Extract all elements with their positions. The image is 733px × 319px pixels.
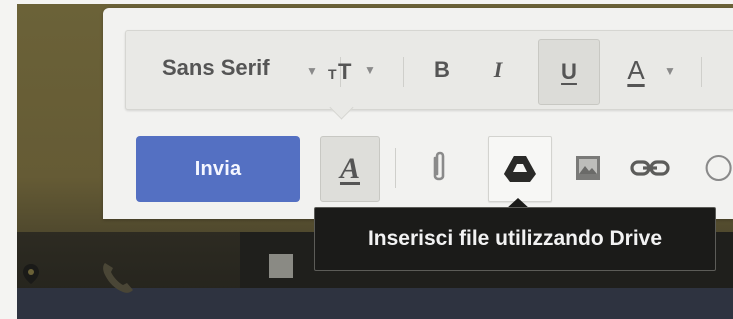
insert-photo-icon <box>576 156 600 180</box>
formatting-bar: Sans Serif ▼ T T ▼ B I U A ▼ <box>125 30 733 110</box>
emoji-icon <box>705 154 732 182</box>
text-color-dropdown-icon[interactable]: ▼ <box>664 64 676 78</box>
bold-button[interactable]: B <box>424 47 460 93</box>
background-square <box>269 254 293 278</box>
compose-panel: Sans Serif ▼ T T ▼ B I U A ▼ Invia A <box>103 8 733 219</box>
underline-button[interactable]: U <box>538 39 600 105</box>
send-button[interactable]: Invia <box>136 136 300 202</box>
formatting-options-button[interactable]: A <box>320 136 380 202</box>
font-size-button[interactable]: T T ▼ <box>324 47 380 93</box>
font-family-select[interactable]: Sans Serif <box>162 55 270 81</box>
italic-button[interactable]: I <box>480 47 516 93</box>
drive-tooltip: Inserisci file utilizzando Drive <box>314 207 716 271</box>
font-family-dropdown-icon[interactable]: ▼ <box>306 64 318 78</box>
insert-from-drive-button[interactable] <box>488 136 552 202</box>
phone-icon <box>103 263 133 293</box>
insert-emoji-button[interactable] <box>701 136 733 200</box>
svg-text:T: T <box>328 66 337 82</box>
paperclip-icon <box>433 151 445 181</box>
insert-photo-button[interactable] <box>565 136 611 200</box>
text-color-button[interactable]: A <box>616 47 656 93</box>
location-pin-icon <box>23 264 39 284</box>
separator <box>403 57 404 87</box>
separator <box>701 57 702 87</box>
attach-file-button[interactable] <box>421 136 457 200</box>
google-drive-icon <box>504 156 536 182</box>
font-size-dropdown-icon: ▼ <box>364 63 376 77</box>
svg-text:T: T <box>338 59 352 83</box>
separator <box>395 148 396 188</box>
insert-link-button[interactable] <box>625 136 675 200</box>
link-icon <box>630 160 670 176</box>
text-size-icon: T T <box>328 59 352 83</box>
